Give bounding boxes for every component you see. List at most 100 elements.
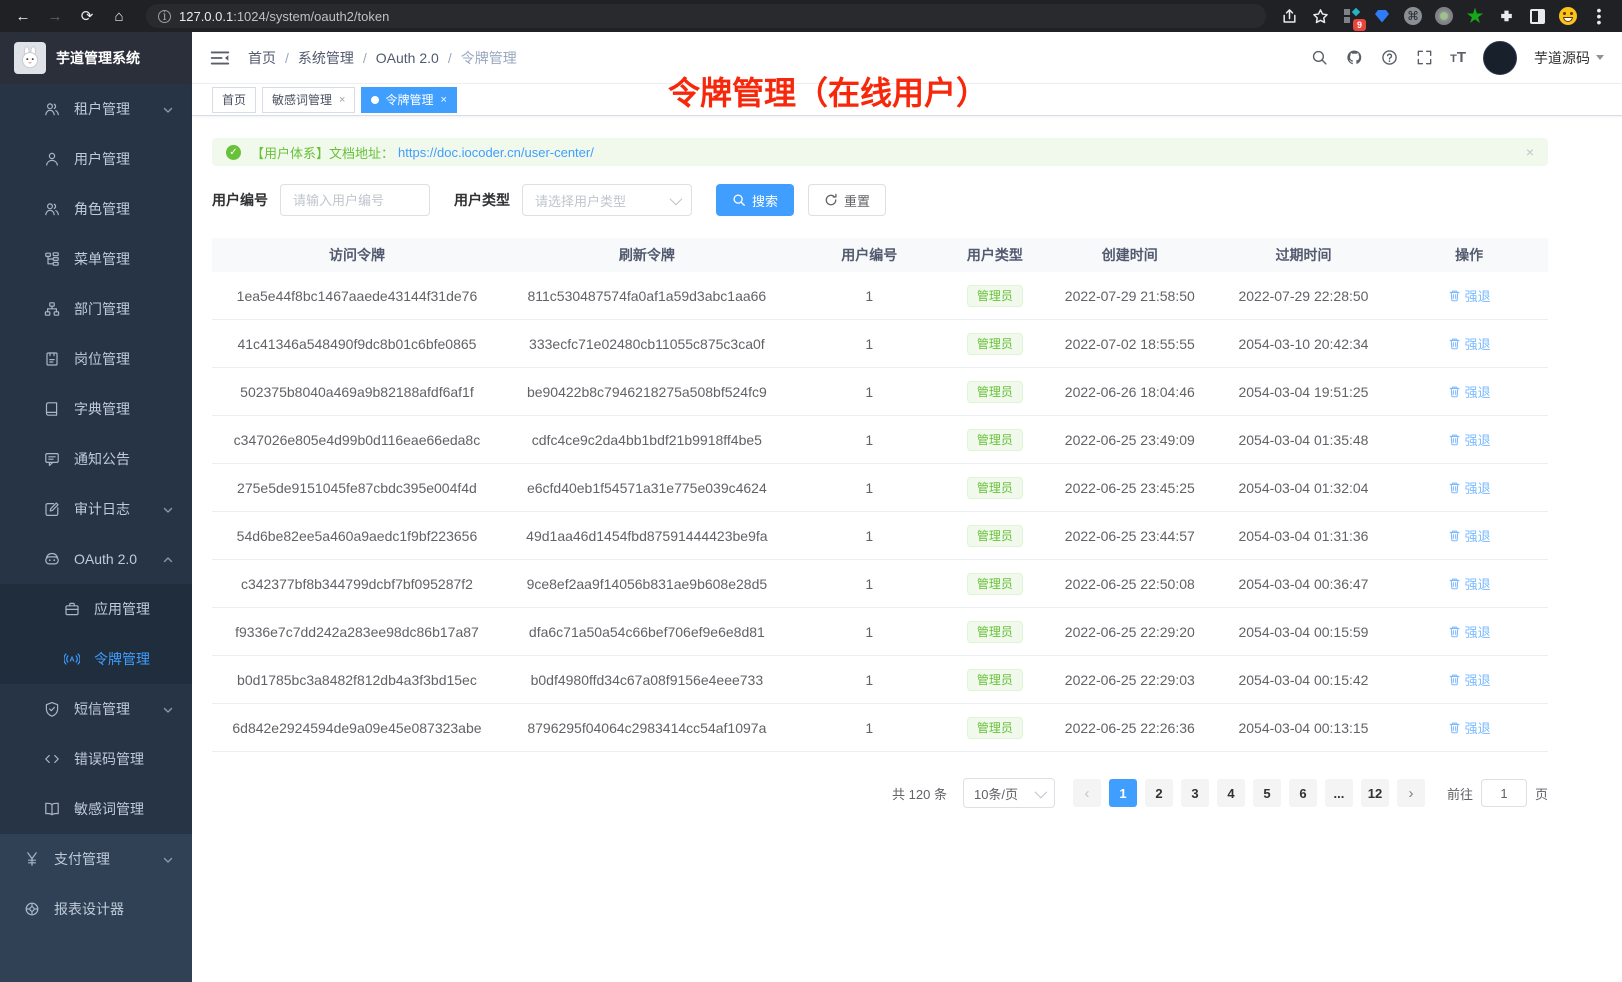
token-cell: cdfc4ce9c2da4bb1bdf21b9918ff4be5 (502, 432, 792, 448)
page-button-5[interactable]: 5 (1253, 779, 1281, 807)
gem-icon[interactable] (1373, 7, 1391, 25)
info-icon[interactable]: i (158, 10, 171, 23)
column-header: 用户类型 (947, 245, 1043, 265)
sidebar-item-菜单管理[interactable]: 菜单管理 (0, 234, 192, 284)
force-logout-button[interactable]: 强退 (1448, 718, 1491, 737)
star-icon[interactable] (1311, 7, 1329, 25)
extension-badged-icon[interactable]: 9 (1342, 7, 1360, 25)
page-button-4[interactable]: 4 (1217, 779, 1245, 807)
sidebar-item-审计日志[interactable]: 审计日志 (0, 484, 192, 534)
sidebar-item-岗位管理[interactable]: 岗位管理 (0, 334, 192, 384)
token-table: 访问令牌刷新令牌用户编号用户类型创建时间过期时间操作 1ea5e44f8bc14… (212, 238, 1548, 752)
page-button-3[interactable]: 3 (1181, 779, 1209, 807)
breadcrumb-item[interactable]: 首页 (248, 48, 276, 68)
page-button-2[interactable]: 2 (1145, 779, 1173, 807)
avatar[interactable] (1483, 41, 1517, 75)
sidebar-item-报表设计器[interactable]: 报表设计器 (0, 884, 192, 934)
topbar: 首页/系统管理/OAuth 2.0/令牌管理 TT 芋道源码 (192, 32, 1622, 84)
help-icon[interactable] (1380, 49, 1398, 67)
sidebar-item-支付管理[interactable]: 支付管理 (0, 834, 192, 884)
alert-close-icon[interactable]: × (1526, 144, 1534, 160)
puzzle-icon[interactable] (1497, 7, 1515, 25)
search-icon (732, 193, 746, 207)
tag-首页[interactable]: 首页 (212, 87, 256, 113)
reload-icon[interactable]: ⟳ (74, 3, 100, 29)
alert-doc-link[interactable]: https://doc.iocoder.cn/user-center/ (398, 145, 594, 160)
page-button-1[interactable]: 1 (1109, 779, 1137, 807)
action-cell: 强退 (1390, 478, 1548, 497)
app-logo[interactable]: 芋道管理系统 (0, 32, 192, 84)
overflow-menu-icon[interactable]: ••• (1590, 7, 1608, 25)
fullscreen-icon[interactable] (1415, 49, 1433, 67)
create-time-cell: 2022-06-25 22:29:20 (1043, 624, 1217, 640)
sidebar-item-label: 岗位管理 (74, 349, 130, 369)
design-icon (24, 901, 40, 917)
force-logout-button[interactable]: 强退 (1448, 382, 1491, 401)
force-logout-button[interactable]: 强退 (1448, 670, 1491, 689)
address-bar[interactable]: i 127.0.0.1:1024/system/oauth2/token (146, 4, 1266, 28)
prev-page-button[interactable]: ‹ (1073, 779, 1101, 807)
reset-button[interactable]: 重置 (808, 184, 886, 216)
force-logout-label: 强退 (1465, 382, 1491, 401)
force-logout-button[interactable]: 强退 (1448, 574, 1491, 593)
forward-icon[interactable]: → (42, 3, 68, 29)
collapse-sidebar-icon[interactable] (210, 49, 230, 67)
trash-icon (1448, 289, 1461, 302)
emoji-icon[interactable] (1559, 7, 1577, 25)
create-time-cell: 2022-06-25 23:45:25 (1043, 480, 1217, 496)
expire-time-cell: 2054-03-04 00:15:59 (1217, 624, 1391, 640)
page-button-6[interactable]: 6 (1289, 779, 1317, 807)
back-icon[interactable]: ← (10, 3, 36, 29)
briefcase-icon (64, 601, 80, 617)
goto-page-input[interactable] (1481, 779, 1527, 807)
search-button[interactable]: 搜索 (716, 184, 794, 216)
sidebar-item-角色管理[interactable]: 角色管理 (0, 184, 192, 234)
font-size-icon[interactable]: TT (1450, 49, 1466, 66)
sidebar-item-字典管理[interactable]: 字典管理 (0, 384, 192, 434)
breadcrumb-item[interactable]: 系统管理 (298, 48, 354, 68)
github-icon[interactable] (1345, 49, 1363, 67)
user-type-cell: 管理员 (947, 669, 1043, 691)
force-logout-button[interactable]: 强退 (1448, 622, 1491, 641)
page-ellipsis[interactable]: ... (1325, 779, 1353, 807)
sidebar-item-短信管理[interactable]: 短信管理 (0, 684, 192, 734)
breadcrumb-item[interactable]: OAuth 2.0 (376, 50, 439, 66)
gray-circle-icon[interactable] (1435, 7, 1453, 25)
green-star-icon[interactable] (1466, 7, 1484, 25)
user-id-input[interactable] (280, 184, 430, 216)
next-page-button[interactable]: › (1397, 779, 1425, 807)
force-logout-button[interactable]: 强退 (1448, 334, 1491, 353)
sidebar-item-用户管理[interactable]: 用户管理 (0, 134, 192, 184)
sidebar-item-租户管理[interactable]: 租户管理 (0, 84, 192, 134)
sidebar-item-部门管理[interactable]: 部门管理 (0, 284, 192, 334)
share-icon[interactable] (1280, 7, 1298, 25)
close-icon[interactable]: × (339, 94, 345, 106)
page-button-12[interactable]: 12 (1361, 779, 1389, 807)
force-logout-button[interactable]: 强退 (1448, 430, 1491, 449)
tag-bar: 首页敏感词管理×令牌管理× (192, 84, 1622, 116)
sidebar-toggle-icon[interactable] (1528, 7, 1546, 25)
sidebar-item-令牌管理[interactable]: A令牌管理 (0, 634, 192, 684)
user-type-badge: 管理员 (967, 525, 1023, 547)
force-logout-button[interactable]: 强退 (1448, 526, 1491, 545)
sidebar-item-label: 错误码管理 (74, 749, 144, 769)
page-size-select[interactable]: 10条/页 (963, 778, 1055, 808)
search-icon[interactable] (1310, 49, 1328, 67)
sidebar-item-敏感词管理[interactable]: 敏感词管理 (0, 784, 192, 834)
tag-令牌管理[interactable]: 令牌管理× (361, 87, 456, 113)
sidebar-item-错误码管理[interactable]: 错误码管理 (0, 734, 192, 784)
force-logout-button[interactable]: 强退 (1448, 286, 1491, 305)
sidebar-item-OAuth 2.0[interactable]: OAuth 2.0 (0, 534, 192, 584)
user-type-select[interactable]: 请选择用户类型 (522, 184, 692, 216)
home-icon[interactable]: ⌂ (106, 3, 132, 29)
sidebar-item-通知公告[interactable]: 通知公告 (0, 434, 192, 484)
close-icon[interactable]: × (440, 94, 446, 106)
tag-敏感词管理[interactable]: 敏感词管理× (262, 87, 355, 113)
user-type-badge: 管理员 (967, 429, 1023, 451)
sidebar-item-应用管理[interactable]: 应用管理 (0, 584, 192, 634)
force-logout-label: 强退 (1465, 574, 1491, 593)
table-row: 1ea5e44f8bc1467aaede43144f31de76811c5304… (212, 272, 1548, 320)
user-menu[interactable]: 芋道源码 (1534, 48, 1604, 68)
command-circle-icon[interactable]: ⌘ (1404, 7, 1422, 25)
force-logout-button[interactable]: 强退 (1448, 478, 1491, 497)
